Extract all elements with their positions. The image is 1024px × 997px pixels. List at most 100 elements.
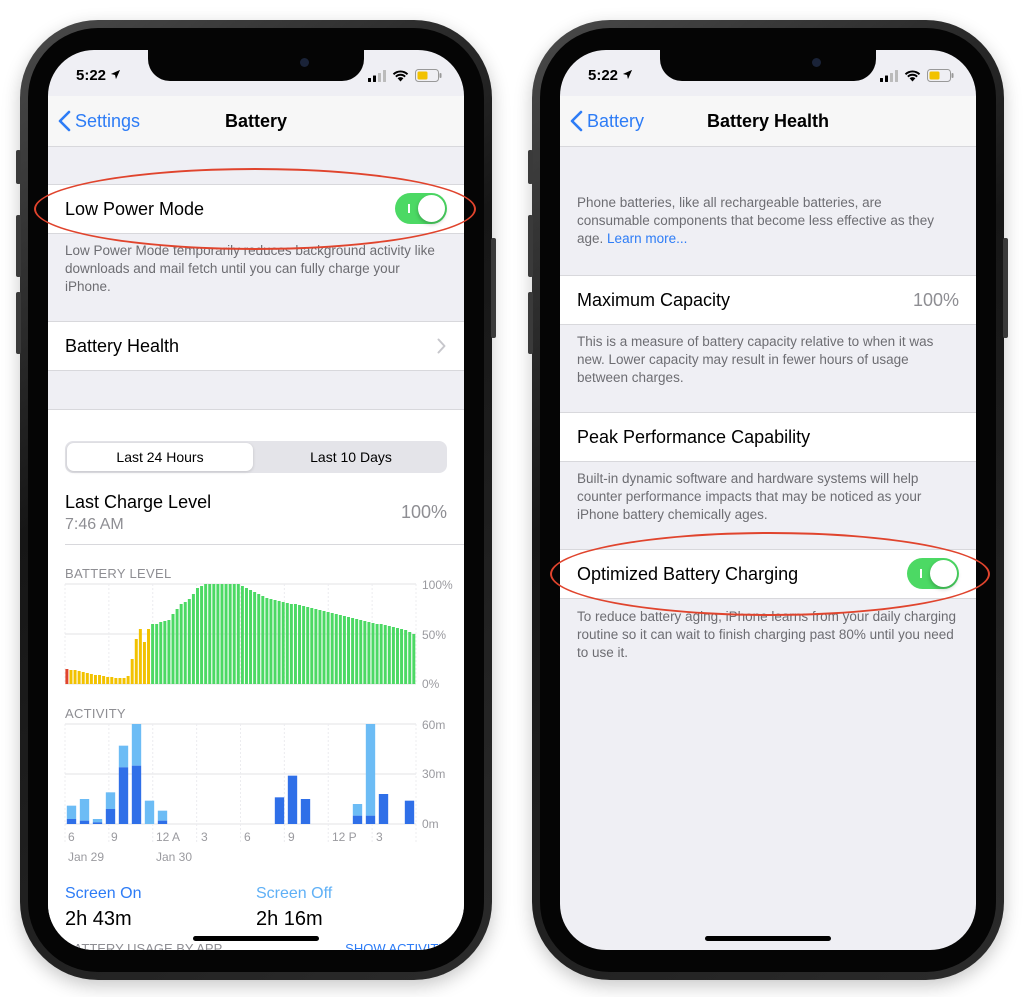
battery-level-bar (102, 676, 106, 684)
peak-performance-label: Peak Performance Capability (577, 427, 811, 447)
battery-level-bar (224, 584, 228, 684)
low-power-mode-description: Low Power Mode temporarily reduces backg… (65, 243, 435, 294)
battery-level-bar (159, 622, 163, 684)
show-activity-button[interactable]: SHOW ACTIVITY (307, 942, 447, 950)
battery-level-bar (89, 674, 93, 684)
low-power-mode-label: Low Power Mode (65, 199, 205, 219)
battery-level-bar (322, 611, 326, 684)
activity-x-date: Jan 30 (156, 850, 193, 864)
screen-on-bar (365, 815, 376, 824)
nav-bar: Battery Battery Health (560, 96, 976, 147)
show-activity-clip: SHOW ACTIVITY (307, 941, 447, 950)
notch (148, 50, 364, 81)
battery-level-bar (269, 599, 273, 684)
battery-level-bar (334, 614, 338, 684)
status-time: 5:22 (76, 67, 121, 84)
battery-level-bar (318, 610, 322, 684)
battery-level-bar (285, 603, 289, 684)
battery-level-bar (110, 677, 114, 684)
battery-level-bar (298, 605, 302, 684)
screen-off-bar (131, 724, 142, 766)
battery-level-bar (412, 634, 416, 684)
page-title: Battery (224, 111, 288, 131)
battery-level-bar (118, 678, 122, 684)
screen-on-bar (404, 800, 415, 824)
battery-level-bar (236, 584, 240, 684)
screen-on-bar (300, 799, 311, 824)
screen-off-bar (105, 792, 116, 809)
screen-off-value: 2h 16m (256, 908, 323, 930)
battery-level-bar (363, 621, 367, 684)
screen-on-bar (378, 794, 389, 824)
segment-last-10-days[interactable]: Last 10 Days (257, 443, 445, 471)
battery-level-bar (371, 623, 375, 684)
battery-level-bar (408, 632, 412, 684)
activity-x-tick: 12 A (156, 830, 181, 844)
activity-y-tick: 60m (422, 718, 446, 732)
toggle-on-mark (408, 204, 410, 213)
battery-level-bar (212, 584, 216, 684)
battery-level-bar (134, 639, 138, 684)
activity-x-tick: 6 (68, 830, 75, 844)
nav-bar: Settings Battery (48, 96, 464, 147)
battery-health-row[interactable]: Battery Health (48, 321, 464, 371)
chevron-right-icon (437, 338, 446, 354)
volume-up-button (16, 215, 21, 277)
battery-level-bar (151, 624, 155, 684)
battery-level-bar (367, 622, 371, 684)
cellular-signal-icon (368, 69, 386, 82)
battery-level-bar (277, 601, 281, 684)
segment-last-24-hours[interactable]: Last 24 Hours (67, 443, 253, 471)
screen-on-bar (274, 797, 285, 824)
notch (660, 50, 876, 81)
page-title: Battery Health (706, 111, 830, 131)
battery-level-bar (314, 609, 318, 684)
camera (300, 58, 309, 67)
battery-y-tick: 0% (422, 677, 440, 691)
peak-performance-row: Peak Performance Capability (560, 412, 976, 462)
battery-level-bar (171, 614, 175, 684)
wifi-icon (904, 69, 921, 81)
battery-level-title: BATTERY LEVEL (65, 566, 172, 581)
screen-off-bar (352, 804, 363, 816)
camera (812, 58, 821, 67)
battery-level-bar (85, 673, 89, 684)
learn-more-link[interactable]: Learn more... (607, 231, 687, 246)
optimized-charging-toggle[interactable] (907, 558, 959, 589)
battery-level-bar (200, 586, 204, 684)
low-power-mode-toggle[interactable] (395, 193, 447, 224)
maximum-capacity-description: This is a measure of battery capacity re… (577, 334, 934, 385)
battery-icon (927, 69, 954, 82)
location-arrow-icon (111, 69, 121, 80)
activity-x-tick: 12 P (332, 830, 357, 844)
battery-level-bar (379, 624, 383, 684)
battery-level-bar (293, 604, 297, 684)
mute-switch (16, 150, 21, 184)
battery-level-bar (228, 584, 232, 684)
side-button (1003, 238, 1008, 338)
battery-level-bar (196, 588, 199, 684)
battery-level-bar (216, 584, 220, 684)
battery-level-bar (130, 659, 134, 684)
screen-off-bar (79, 799, 90, 821)
battery-level-bar (400, 629, 404, 684)
volume-down-button (528, 292, 533, 354)
battery-level-bar (191, 594, 195, 684)
battery-level-bar (395, 628, 399, 684)
screen-on-label: Screen On (65, 885, 142, 902)
phone-right: 5:22 Battery Battery Health Phone batter… (528, 20, 1008, 980)
battery-level-bar (391, 627, 395, 684)
toggle-on-mark (920, 569, 922, 578)
battery-level-bar (249, 590, 253, 684)
screen-off-label: Screen Off (256, 885, 333, 902)
screen-off-bar (66, 805, 77, 819)
low-power-mode-row: Low Power Mode (48, 184, 464, 234)
home-indicator (193, 936, 319, 941)
optimized-charging-label: Optimized Battery Charging (577, 564, 799, 584)
battery-level-bar (122, 678, 126, 684)
battery-health-label: Battery Health (65, 336, 180, 356)
screen-off-bar (144, 800, 155, 824)
battery-level-bar (265, 598, 269, 684)
battery-level-bar (330, 613, 334, 684)
battery-level-bar (147, 629, 151, 684)
